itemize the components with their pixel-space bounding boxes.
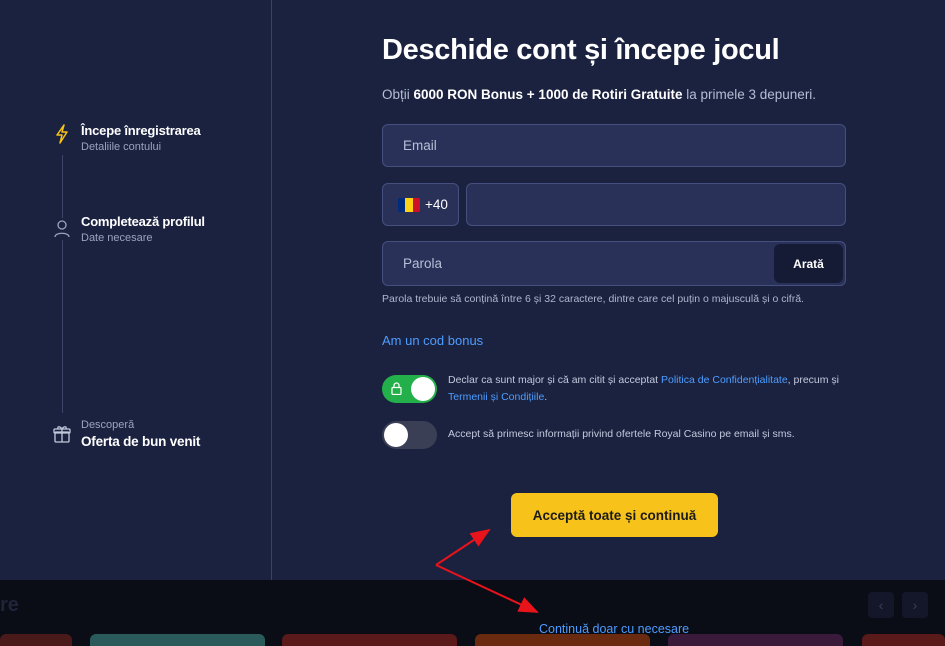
consent-text-pre: Declar ca sunt major și că am citit și a… xyxy=(448,374,661,386)
terms-consent-toggle[interactable] xyxy=(382,375,437,403)
step-subtitle: Descoperă xyxy=(81,419,135,431)
background-section-title: re xyxy=(0,594,19,616)
bonus-code-link[interactable]: Am un cod bonus xyxy=(382,333,483,348)
marketing-consent-toggle[interactable] xyxy=(382,421,437,449)
show-password-button[interactable]: Arată xyxy=(774,244,843,283)
steps-timeline-line xyxy=(62,155,63,413)
step-title: Începe înregistrarea xyxy=(81,123,201,138)
user-icon xyxy=(52,218,72,240)
registration-steps-sidebar: Începe înregistrarea Detaliile contului … xyxy=(0,0,272,580)
background-game-card xyxy=(0,634,72,646)
subtitle-prefix: Obții xyxy=(382,87,414,102)
step-subtitle: Detaliile contului xyxy=(81,141,162,153)
bonus-amount: 6000 RON Bonus + 1000 de Rotiri Gratuite xyxy=(413,87,683,102)
password-field[interactable]: Parola Arată xyxy=(382,241,846,286)
terms-consent-text: Declar ca sunt major și că am citit și a… xyxy=(448,372,848,406)
toggle-knob xyxy=(384,423,408,447)
subtitle-suffix: la primele 3 depuneri. xyxy=(682,87,817,102)
background-game-card xyxy=(862,634,945,646)
background-game-card xyxy=(90,634,265,646)
password-placeholder: Parola xyxy=(403,256,443,271)
carousel-prev-icon[interactable]: ‹ xyxy=(868,592,894,618)
phone-prefix-select[interactable]: +40 xyxy=(382,183,459,226)
carousel-next-icon[interactable]: › xyxy=(902,592,928,618)
lightning-icon xyxy=(52,123,72,145)
phone-prefix-value: +40 xyxy=(425,197,448,212)
background-game-card xyxy=(282,634,457,646)
consent-text-mid: , precum și xyxy=(787,374,840,386)
step-subtitle: Date necesare xyxy=(81,232,153,244)
consent-text-post: . xyxy=(544,391,548,403)
terms-link[interactable]: Termenii și Condițiile xyxy=(448,391,544,403)
lock-icon xyxy=(391,382,402,395)
background-game-card xyxy=(668,634,843,646)
page-title: Deschide cont și începe jocul xyxy=(382,34,780,66)
email-placeholder: Email xyxy=(403,138,437,153)
password-hint: Parola trebuie să conțină între 6 și 32 … xyxy=(382,293,804,305)
romania-flag-icon xyxy=(398,197,420,212)
bonus-subtitle: Obții 6000 RON Bonus + 1000 de Rotiri Gr… xyxy=(382,87,816,102)
continue-necessary-only-link[interactable]: Continuă doar cu necesare xyxy=(539,622,689,636)
step-title: Completează profilul xyxy=(81,214,205,229)
registration-modal: Începe înregistrarea Detaliile contului … xyxy=(0,0,945,580)
phone-number-field[interactable] xyxy=(466,183,846,226)
gift-icon xyxy=(52,423,72,445)
privacy-policy-link[interactable]: Politica de Confidențialitate xyxy=(661,374,788,386)
accept-all-continue-button[interactable]: Acceptă toate și continuă xyxy=(511,493,718,537)
marketing-consent-text: Accept să primesc informații privind ofe… xyxy=(448,428,795,440)
email-field[interactable]: Email xyxy=(382,124,846,167)
step-title: Oferta de bun venit xyxy=(81,434,201,449)
toggle-knob xyxy=(411,377,435,401)
